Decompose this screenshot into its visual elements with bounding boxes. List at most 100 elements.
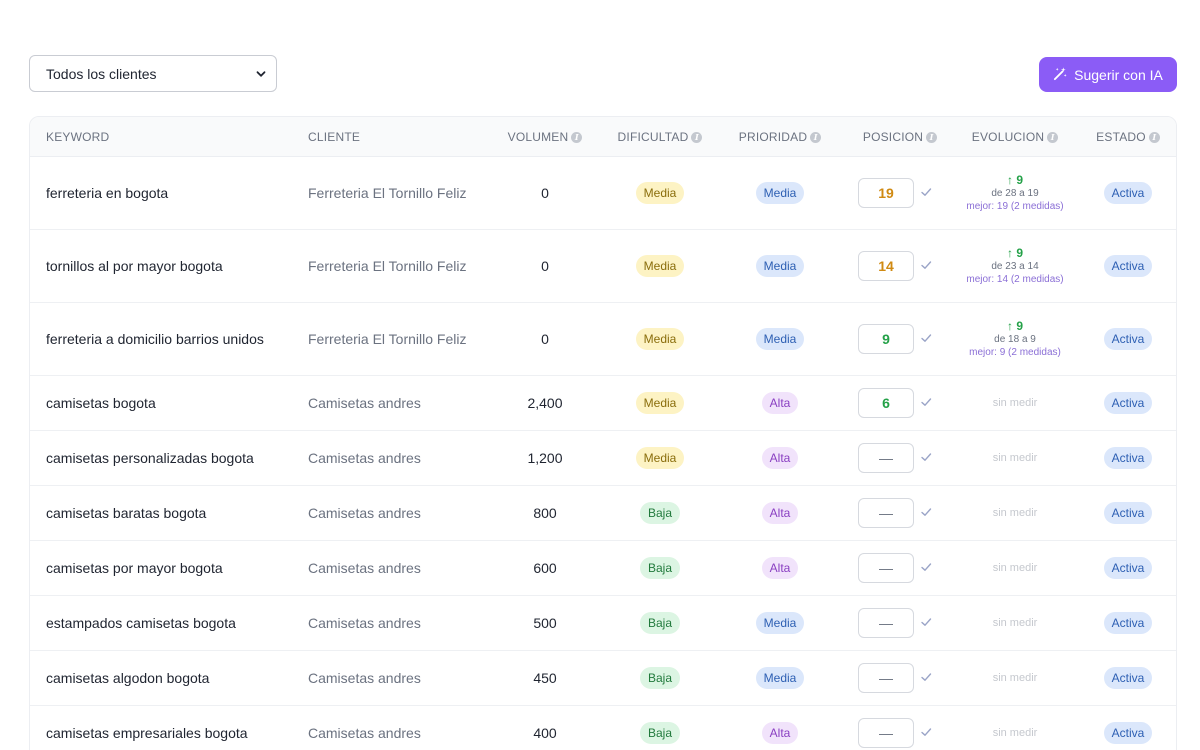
evolution-cell: sin medir [960, 486, 1070, 540]
position-input[interactable]: — [858, 663, 914, 693]
table-row[interactable]: tornillos al por mayor bogota Ferreteria … [30, 230, 1176, 303]
header-posicion[interactable]: POSICION i [845, 117, 955, 157]
status-badge[interactable]: Activa [1103, 557, 1153, 579]
position-input[interactable]: — [858, 553, 914, 583]
evolution-change: ↑ 9 [1006, 246, 1023, 260]
status-cell: Activa [1083, 303, 1173, 375]
evolution-cell: sin medir [960, 596, 1070, 650]
status-badge[interactable]: Activa [1103, 447, 1153, 469]
info-icon[interactable]: i [571, 131, 583, 143]
suggest-ai-label: Sugerir con IA [1074, 66, 1163, 83]
keyword-cell: camisetas por mayor bogota [46, 541, 296, 595]
client-text: Ferreteria El Tornillo Feliz [308, 185, 467, 201]
difficulty-badge: Baja [639, 557, 681, 579]
difficulty-badge: Media [635, 328, 685, 350]
volume-value: 450 [533, 670, 557, 686]
table-row[interactable]: camisetas algodon bogota Camisetas andres… [30, 651, 1176, 706]
header-cliente[interactable]: CLIENTE [308, 117, 488, 157]
suggest-ai-button[interactable]: Sugerir con IA [1039, 57, 1177, 92]
client-cell: Camisetas andres [308, 431, 493, 485]
position-input[interactable]: 9 [858, 324, 914, 354]
client-text: Camisetas andres [308, 505, 421, 521]
header-evolucion[interactable]: EVOLUCION i [960, 117, 1070, 157]
evolution-empty: sin medir [992, 507, 1038, 519]
evolution-range: de 28 a 19 [991, 188, 1039, 199]
evolution-cell: sin medir [960, 376, 1070, 430]
status-badge[interactable]: Activa [1103, 392, 1153, 414]
table-row[interactable]: camisetas baratas bogota Camisetas andres… [30, 486, 1176, 541]
position-input[interactable]: 6 [858, 388, 914, 418]
keyword-text: tornillos al por mayor bogota [46, 258, 223, 274]
status-badge[interactable]: Activa [1103, 502, 1153, 524]
keyword-cell: camisetas empresariales bogota [46, 706, 296, 750]
info-icon[interactable]: i [926, 131, 938, 143]
priority-badge[interactable]: Media [755, 328, 805, 350]
check-icon[interactable] [920, 258, 932, 274]
position-input[interactable]: — [858, 608, 914, 638]
priority-badge[interactable]: Alta [761, 392, 799, 414]
check-icon[interactable] [920, 670, 932, 686]
header-dificultad[interactable]: DIFICULTAD i [605, 117, 715, 157]
table-row[interactable]: ferreteria en bogota Ferreteria El Tornil… [30, 157, 1176, 230]
priority-badge[interactable]: Alta [761, 447, 799, 469]
position-input[interactable]: — [858, 718, 914, 748]
header-prioridad[interactable]: PRIORIDAD i [725, 117, 835, 157]
position-input[interactable]: 19 [858, 178, 914, 208]
status-badge[interactable]: Activa [1103, 255, 1153, 277]
check-icon[interactable] [920, 560, 932, 576]
table-row[interactable]: ferreteria a domicilio barrios unidos Fer… [30, 303, 1176, 376]
difficulty-badge: Media [635, 255, 685, 277]
volume-value: 0 [541, 258, 549, 274]
position-input[interactable]: 14 [858, 251, 914, 281]
status-badge[interactable]: Activa [1103, 722, 1153, 744]
check-icon[interactable] [920, 331, 932, 347]
volume-cell: 400 [490, 706, 600, 750]
table-row[interactable]: camisetas personalizadas bogota Camisetas… [30, 431, 1176, 486]
difficulty-badge: Baja [639, 502, 681, 524]
priority-badge[interactable]: Media [755, 612, 805, 634]
priority-badge[interactable]: Alta [761, 557, 799, 579]
status-cell: Activa [1083, 596, 1173, 650]
priority-cell: Alta [725, 376, 835, 430]
table-row[interactable]: camisetas empresariales bogota Camisetas … [30, 706, 1176, 750]
evolution-change: ↑ 9 [1006, 173, 1023, 187]
priority-badge[interactable]: Media [755, 182, 805, 204]
info-icon[interactable]: i [810, 131, 822, 143]
priority-badge[interactable]: Media [755, 255, 805, 277]
position-input[interactable]: — [858, 443, 914, 473]
status-badge[interactable]: Activa [1103, 667, 1153, 689]
keyword-text: ferreteria en bogota [46, 185, 169, 201]
check-icon[interactable] [920, 450, 932, 466]
evolution-empty: sin medir [992, 397, 1038, 409]
position-input[interactable]: — [858, 498, 914, 528]
difficulty-badge: Media [635, 392, 685, 414]
check-icon[interactable] [920, 725, 932, 741]
keyword-cell: camisetas personalizadas bogota [46, 431, 296, 485]
priority-badge[interactable]: Alta [761, 722, 799, 744]
info-icon[interactable]: i [691, 131, 703, 143]
info-icon[interactable]: i [1047, 131, 1059, 143]
check-icon[interactable] [920, 505, 932, 521]
check-icon[interactable] [920, 395, 932, 411]
evolution-empty: sin medir [992, 452, 1038, 464]
table-row[interactable]: estampados camisetas bogota Camisetas and… [30, 596, 1176, 651]
info-icon[interactable]: i [1148, 131, 1160, 143]
client-cell: Camisetas andres [308, 376, 493, 430]
check-icon[interactable] [920, 185, 932, 201]
header-estado[interactable]: ESTADO i [1083, 117, 1173, 157]
check-icon[interactable] [920, 615, 932, 631]
evolution-cell: sin medir [960, 706, 1070, 750]
table-row[interactable]: camisetas por mayor bogota Camisetas andr… [30, 541, 1176, 596]
position-cell: 9 [858, 303, 968, 375]
status-badge[interactable]: Activa [1103, 328, 1153, 350]
priority-badge[interactable]: Alta [761, 502, 799, 524]
header-volumen[interactable]: VOLUMEN i [490, 117, 600, 157]
status-badge[interactable]: Activa [1103, 182, 1153, 204]
priority-badge[interactable]: Media [755, 667, 805, 689]
volume-cell: 450 [490, 651, 600, 705]
table-row[interactable]: camisetas bogota Camisetas andres 2,400 Med… [30, 376, 1176, 431]
client-filter-select[interactable]: Todos los clientes [29, 55, 277, 92]
status-badge[interactable]: Activa [1103, 612, 1153, 634]
position-cell: — [858, 541, 968, 595]
header-keyword[interactable]: KEYWORD [46, 117, 286, 157]
